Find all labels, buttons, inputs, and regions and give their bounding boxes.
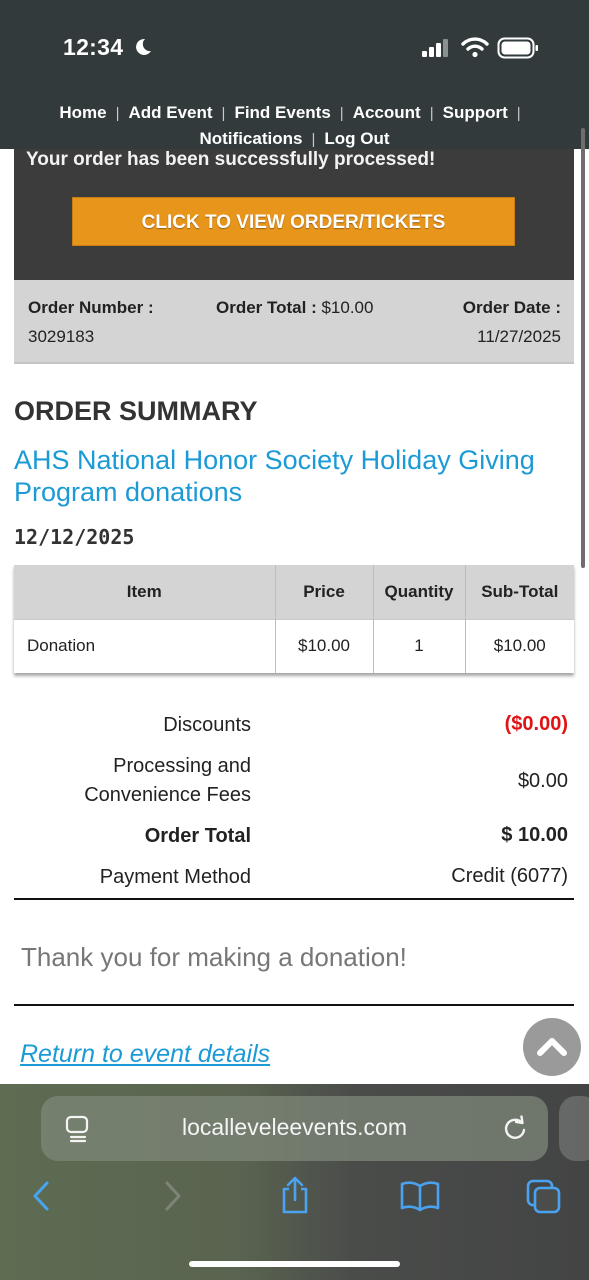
- discounts-label: Discounts: [163, 714, 251, 736]
- nav-line-1: Home | Add Event | Find Events | Account | Suppo…: [0, 100, 589, 126]
- payment-method-label: Payment Method: [99, 866, 251, 888]
- divider: [14, 898, 574, 900]
- nav-separator: |: [339, 105, 344, 122]
- forward-icon[interactable]: [160, 1179, 184, 1213]
- event-date: 12/12/2025: [14, 525, 135, 549]
- top-nav: Home | Add Event | Find Events | Account | Suppo…: [0, 92, 589, 149]
- order-total-label: Order Total :: [216, 298, 317, 317]
- status-time: 12:34: [63, 34, 124, 60]
- table-header-row: Item Price Quantity Sub-Total: [14, 565, 574, 619]
- next-tab-preview[interactable]: [559, 1096, 589, 1161]
- order-total-summary: Order Total : $10.00: [216, 298, 373, 318]
- order-number-label: Order Number :: [28, 298, 154, 317]
- payment-method-value: Credit (6077): [451, 865, 568, 887]
- url-text: localleveleevents.com: [181, 1114, 407, 1140]
- nav-add-event[interactable]: Add Event: [128, 103, 212, 122]
- order-items-table: Item Price Quantity Sub-Total Donation $…: [14, 565, 574, 673]
- nav-notifications[interactable]: Notifications: [199, 129, 302, 148]
- return-to-event-link[interactable]: Return to event details: [20, 1040, 270, 1069]
- nav-separator: |: [429, 105, 434, 122]
- quantity-cell: 1: [373, 618, 466, 673]
- subtotal-cell: $10.00: [465, 618, 574, 673]
- discounts-value: ($0.00): [504, 713, 568, 735]
- nav-log-out[interactable]: Log Out: [324, 129, 389, 148]
- browser-toolbar: localleveleevents.com: [0, 1084, 589, 1280]
- nav-find-events[interactable]: Find Events: [234, 103, 330, 122]
- wifi-icon: [461, 37, 489, 58]
- event-title-link[interactable]: AHS National Honor Society Holiday Givin…: [14, 444, 574, 508]
- order-total-value: $10.00: [316, 298, 374, 317]
- col-header-quantity: Quantity: [373, 565, 466, 619]
- order-total-row-value: $ 10.00: [501, 824, 568, 846]
- nav-account[interactable]: Account: [353, 103, 421, 122]
- nav-home[interactable]: Home: [59, 103, 106, 122]
- battery-icon: [497, 37, 538, 59]
- order-info-panel: Order Number : 3029183 Order Total : $10…: [14, 280, 574, 364]
- divider: [14, 1004, 574, 1006]
- home-indicator: [189, 1261, 400, 1267]
- table-row: Donation $10.00 1 $10.00: [14, 618, 574, 673]
- fees-value: $0.00: [517, 770, 568, 792]
- chevron-up-icon: [537, 1038, 567, 1056]
- thank-you-message: Thank you for making a donation!: [21, 942, 407, 972]
- signal-icon: [422, 39, 448, 57]
- order-number-value: 3029183: [28, 327, 95, 346]
- order-summary-heading: ORDER SUMMARY: [14, 396, 258, 426]
- view-order-tickets-button[interactable]: CLICK TO VIEW ORDER/TICKETS: [72, 197, 515, 246]
- nav-separator: |: [221, 105, 226, 122]
- nav-separator: |: [311, 131, 316, 148]
- scroll-to-top-button[interactable]: [523, 1018, 581, 1076]
- fees-label-line2: Convenience Fees: [84, 784, 251, 806]
- back-icon[interactable]: [30, 1179, 54, 1213]
- price-cell: $10.00: [275, 618, 374, 673]
- nav-separator: |: [115, 105, 120, 122]
- item-cell: Donation: [14, 618, 276, 673]
- fees-label-line1: Processing and: [113, 755, 251, 777]
- nav-separator: |: [516, 105, 521, 122]
- nav-support[interactable]: Support: [443, 103, 508, 122]
- reload-icon[interactable]: [502, 1114, 528, 1142]
- col-header-price: Price: [275, 565, 374, 619]
- address-bar[interactable]: localleveleevents.com: [41, 1096, 548, 1161]
- order-date-label: Order Date :: [462, 298, 561, 317]
- page-scrollbar[interactable]: [581, 128, 585, 568]
- status-bar: 12:34: [0, 0, 589, 92]
- tabs-icon[interactable]: [526, 1179, 564, 1215]
- fees-label: Processing and Convenience Fees: [21, 752, 251, 810]
- order-date-value: 11/27/2025: [477, 327, 561, 346]
- share-icon[interactable]: [278, 1176, 312, 1216]
- order-total-row-label: Order Total: [144, 825, 251, 847]
- success-message: Your order has been successfully process…: [26, 149, 436, 170]
- col-header-item: Item: [14, 565, 276, 619]
- col-header-subtotal: Sub-Total: [465, 565, 574, 619]
- bookmarks-icon[interactable]: [400, 1179, 440, 1213]
- success-banner: Your order has been successfully process…: [14, 149, 574, 280]
- moon-icon: [136, 38, 151, 55]
